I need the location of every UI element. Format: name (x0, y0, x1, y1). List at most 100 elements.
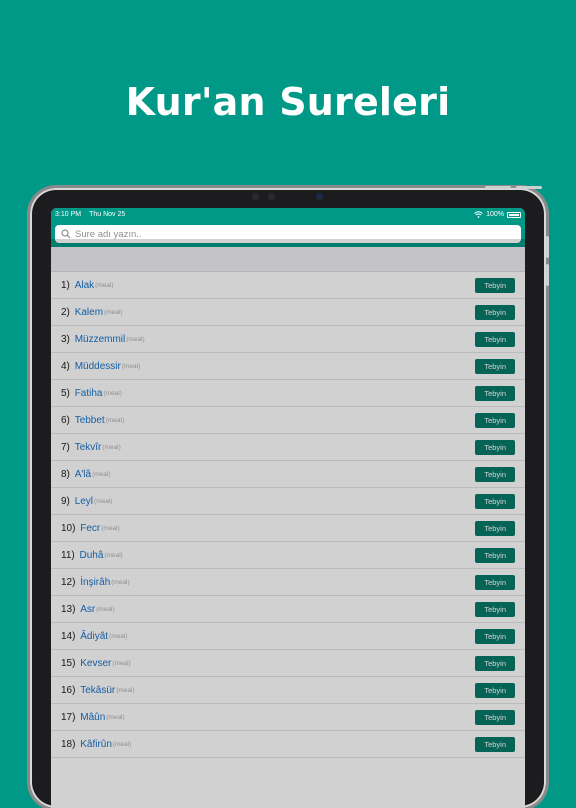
list-item[interactable]: 13) Asr (meal) Tebyin (51, 596, 525, 623)
status-right: 100% (474, 211, 521, 218)
list-item[interactable]: 3) Müzzemmil (meal) Tebyin (51, 326, 525, 353)
list-item[interactable]: 12) İnşirâh (meal) Tebyin (51, 569, 525, 596)
tebyin-button[interactable]: Tebyin (475, 682, 515, 698)
list-item[interactable]: 7) Tekvîr (meal) Tebyin (51, 434, 525, 461)
item-number: 3) (61, 333, 70, 345)
tebyin-button[interactable]: Tebyin (475, 601, 515, 617)
item-number: 15) (61, 657, 76, 669)
list-item[interactable]: 5) Fatiha (meal) Tebyin (51, 380, 525, 407)
sure-name-link[interactable]: Kâfirûn (80, 739, 112, 750)
item-number: 9) (61, 495, 70, 507)
wifi-icon (474, 211, 483, 218)
item-number: 11) (61, 549, 75, 561)
tebyin-button[interactable]: Tebyin (475, 358, 515, 374)
meal-link[interactable]: (meal) (106, 714, 124, 721)
battery-icon (507, 211, 521, 218)
sure-name-link[interactable]: Fatiha (75, 388, 103, 399)
top-button (516, 186, 542, 189)
search-input[interactable]: Sure adı yazın.. (55, 225, 521, 243)
sure-name-link[interactable]: Müzzemmil (75, 334, 126, 345)
list-item[interactable]: 10) Fecr (meal) Tebyin (51, 515, 525, 542)
meal-link[interactable]: (meal) (94, 498, 112, 505)
tebyin-button[interactable]: Tebyin (475, 331, 515, 347)
sure-name-link[interactable]: Tekvîr (75, 442, 102, 453)
tebyin-button[interactable]: Tebyin (475, 520, 515, 536)
list-item[interactable]: 1) Alak (meal) Tebyin (51, 272, 525, 299)
side-button (546, 264, 549, 286)
tebyin-button[interactable]: Tebyin (475, 736, 515, 752)
meal-link[interactable]: (meal) (96, 606, 114, 613)
sure-name-link[interactable]: Âdiyât (80, 631, 108, 642)
tebyin-button[interactable]: Tebyin (475, 628, 515, 644)
item-number: 17) (61, 711, 76, 723)
meal-link[interactable]: (meal) (104, 552, 122, 559)
tebyin-button[interactable]: Tebyin (475, 574, 515, 590)
meal-link[interactable]: (meal) (112, 660, 130, 667)
sure-name-link[interactable]: Mâûn (80, 712, 105, 723)
meal-link[interactable]: (meal) (111, 579, 129, 586)
sure-name-link[interactable]: Tebbet (75, 415, 105, 426)
list-item[interactable]: 2) Kalem (meal) Tebyin (51, 299, 525, 326)
headline: Kur'an Sureleri (125, 80, 451, 124)
meal-link[interactable]: (meal) (113, 741, 131, 748)
item-number: 1) (61, 279, 70, 291)
meal-link[interactable]: (meal) (122, 363, 140, 370)
sure-name-link[interactable]: Leyl (75, 496, 93, 507)
sure-name-link[interactable]: Tekâsür (80, 685, 115, 696)
item-number: 18) (61, 738, 76, 750)
tebyin-button[interactable]: Tebyin (475, 277, 515, 293)
tebyin-button[interactable]: Tebyin (475, 493, 515, 509)
meal-link[interactable]: (meal) (95, 282, 113, 289)
sure-name-link[interactable]: Asr (80, 604, 95, 615)
item-number: 12) (61, 576, 76, 588)
sure-name-link[interactable]: Kevser (80, 658, 111, 669)
meal-link[interactable]: (meal) (92, 471, 110, 478)
item-number: 7) (61, 441, 70, 453)
meal-link[interactable]: (meal) (116, 687, 134, 694)
tebyin-button[interactable]: Tebyin (475, 385, 515, 401)
list-item[interactable]: 11) Duhâ (meal) Tebyin (51, 542, 525, 569)
search-icon (61, 229, 71, 239)
status-bar: 3:10 PM Thu Nov 25 100% (51, 208, 525, 221)
list-item[interactable]: 14) Âdiyât (meal) Tebyin (51, 623, 525, 650)
meal-link[interactable]: (meal) (104, 309, 122, 316)
tebyin-button[interactable]: Tebyin (475, 412, 515, 428)
status-time: 3:10 PM (55, 211, 82, 218)
sure-name-link[interactable]: Kalem (75, 307, 103, 318)
list-item[interactable]: 18) Kâfirûn (meal) Tebyin (51, 731, 525, 758)
meal-link[interactable]: (meal) (103, 390, 121, 397)
sure-name-link[interactable]: Alak (75, 280, 94, 291)
item-number: 14) (61, 630, 76, 642)
tebyin-button[interactable]: Tebyin (475, 655, 515, 671)
list-item[interactable]: 6) Tebbet (meal) Tebyin (51, 407, 525, 434)
sensor-dot (252, 193, 259, 200)
meal-link[interactable]: (meal) (102, 444, 120, 451)
meal-link[interactable]: (meal) (101, 525, 119, 532)
meal-link[interactable]: (meal) (126, 336, 144, 343)
item-number: 2) (61, 306, 70, 318)
item-number: 10) (61, 522, 76, 534)
list-item[interactable]: 9) Leyl (meal) Tebyin (51, 488, 525, 515)
sure-name-link[interactable]: Fecr (80, 523, 100, 534)
sure-name-link[interactable]: Müddessir (75, 361, 121, 372)
sensor-dot (268, 193, 275, 200)
tebyin-button[interactable]: Tebyin (475, 547, 515, 563)
sure-name-link[interactable]: İnşirâh (80, 577, 110, 588)
item-number: 5) (61, 387, 70, 399)
battery-percent: 100% (486, 211, 504, 218)
list-item[interactable]: 17) Mâûn (meal) Tebyin (51, 704, 525, 731)
meal-link[interactable]: (meal) (109, 633, 127, 640)
sure-name-link[interactable]: Duhâ (80, 550, 104, 561)
meal-link[interactable]: (meal) (106, 417, 124, 424)
tebyin-button[interactable]: Tebyin (475, 304, 515, 320)
tebyin-button[interactable]: Tebyin (475, 439, 515, 455)
tebyin-button[interactable]: Tebyin (475, 709, 515, 725)
list-item[interactable]: 8) A'lâ (meal) Tebyin (51, 461, 525, 488)
list-header-spacer (51, 247, 525, 272)
list-item[interactable]: 4) Müddessir (meal) Tebyin (51, 353, 525, 380)
sure-name-link[interactable]: A'lâ (75, 469, 91, 480)
list-item[interactable]: 16) Tekâsür (meal) Tebyin (51, 677, 525, 704)
list-item[interactable]: 15) Kevser (meal) Tebyin (51, 650, 525, 677)
tebyin-button[interactable]: Tebyin (475, 466, 515, 482)
item-number: 8) (61, 468, 70, 480)
